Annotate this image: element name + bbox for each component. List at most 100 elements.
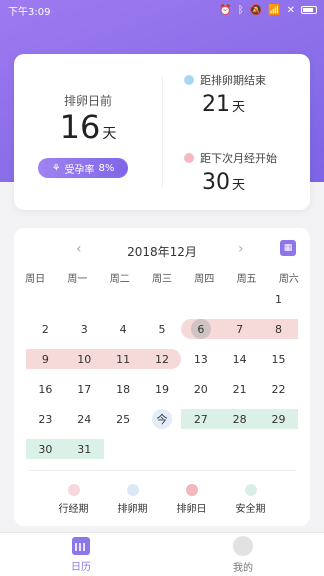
calendar-day[interactable]: 10 — [65, 344, 104, 374]
calendar-day[interactable]: 15 — [259, 344, 298, 374]
weekday-tue: 周二 — [109, 274, 130, 285]
next-period-label: 距下次月经开始 — [200, 152, 277, 165]
ovulation-countdown-label: 排卵日前 — [63, 94, 112, 108]
legend-label: 行经期 — [58, 504, 89, 515]
calendar-grid: 1 2 3 4 5 6 7 8 9 10 11 12 13 14 15 16 17 18 19 20 21 22 23 24 2… — [26, 284, 298, 464]
weekday-sun: 周日 — [25, 274, 46, 285]
conception-rate-badge: ⚘ 受孕率 8% — [38, 158, 128, 178]
sperm-icon: ⚘ — [51, 162, 61, 174]
calendar-day[interactable]: 22 — [259, 374, 298, 404]
next-month-icon[interactable]: › — [238, 241, 244, 257]
calendar-day-number: 20 — [193, 382, 208, 396]
calendar-day-number: 28 — [232, 412, 247, 426]
calendar-day-number: 3 — [80, 322, 88, 336]
mute-icon: 🔕 — [249, 4, 263, 16]
calendar-day[interactable]: 17 — [65, 374, 104, 404]
avatar-icon — [233, 535, 253, 556]
ovulation-countdown-value: 16 天 — [14, 108, 162, 146]
calendar-day-number: 13 — [193, 352, 208, 366]
calendar-day[interactable]: 25 — [104, 404, 143, 434]
calendar-day[interactable]: 5 — [143, 314, 182, 344]
ovulation-countdown-number: 16 — [59, 108, 101, 146]
calendar-day-number: 10 — [77, 352, 92, 366]
weekday-wed: 周三 — [151, 274, 172, 285]
weekday-sat: 周六 — [278, 274, 299, 285]
calendar-day-number: 4 — [119, 322, 127, 336]
calendar-day-number: 22 — [271, 382, 286, 396]
calendar-week-row: 2 3 4 5 6 7 8 — [26, 314, 298, 344]
calendar-day-number: 25 — [116, 412, 131, 426]
calendar-legend: 行经期 排卵期 排卵日 安全期 — [14, 484, 310, 515]
calendar-day[interactable]: 23 — [26, 404, 65, 434]
bluetooth-icon: ᛒ — [237, 4, 244, 16]
tab-me[interactable]: 我的 — [162, 533, 324, 576]
wifi-icon: 📶 — [268, 4, 281, 16]
calendar-day[interactable]: 11 — [104, 344, 143, 374]
weekday-header: 周日 周一 周二 周三 周四 周五 周六 — [14, 270, 310, 285]
calendar-day[interactable]: 4 — [104, 314, 143, 344]
calendar-day-number: 今 — [156, 413, 168, 426]
calendar-day-number: 23 — [38, 412, 53, 426]
ovulation-end-label: 距排卵期结束 — [200, 74, 266, 87]
calendar-day[interactable]: 3 — [65, 314, 104, 344]
calendar-day-number: 6 — [197, 322, 205, 336]
calendar-day[interactable]: 1 — [259, 284, 298, 314]
calendar-day[interactable]: 16 — [26, 374, 65, 404]
calendar-day[interactable]: 30 — [26, 434, 65, 464]
sim-icon: ✕ — [286, 4, 295, 16]
calendar-day[interactable]: 2 — [26, 314, 65, 344]
calendar-day[interactable]: 19 — [143, 374, 182, 404]
ovulation-countdown-unit: 天 — [102, 126, 117, 142]
status-bar: 下午3:09 ⏰ ᛒ 🔕 📶 ✕ — [0, 0, 324, 20]
legend-divider — [28, 470, 296, 471]
calendar-day[interactable]: 28 — [220, 404, 259, 434]
calendar-day-number: 12 — [154, 352, 169, 366]
status-icons: ⏰ ᛒ 🔕 📶 ✕ — [219, 5, 317, 16]
calendar-day[interactable]: 21 — [220, 374, 259, 404]
legend-item: 安全期 — [236, 484, 266, 515]
ovulation-countdown: 排卵日前 16 天 ⚘ 受孕率 8% — [14, 54, 162, 210]
weekday-thu: 周四 — [194, 274, 215, 285]
cycle-countdowns: 距排卵期结束 21 天 距下次月经开始 30 天 — [174, 54, 310, 210]
calendar-week-row: 9 10 11 12 13 14 15 — [26, 344, 298, 374]
calendar-day[interactable]: 14 — [220, 344, 259, 374]
summary-divider — [162, 76, 163, 188]
calendar-day-number: 11 — [116, 352, 131, 366]
calendar-day-number: 18 — [116, 382, 131, 396]
tab-calendar[interactable]: 日历 — [0, 533, 162, 576]
calendar-day-number: 30 — [38, 442, 53, 456]
calendar-month-title: 2018年12月 — [127, 245, 197, 259]
calendar-day-number: 16 — [38, 382, 53, 396]
calendar-day[interactable]: 20 — [181, 374, 220, 404]
calendar-day[interactable]: 今 — [143, 404, 182, 434]
legend-dot-icon — [244, 484, 257, 496]
calendar-day[interactable]: 12 — [143, 344, 182, 374]
calendar-day[interactable]: 18 — [104, 374, 143, 404]
calendar-day[interactable]: 8 — [259, 314, 298, 344]
calendar-day[interactable]: 27 — [181, 404, 220, 434]
calendar-week-row: 23 24 25 今 27 28 29 — [26, 404, 298, 434]
calendar-day[interactable]: 29 — [259, 404, 298, 434]
period-icon — [184, 153, 194, 163]
calendar-day[interactable]: 31 — [65, 434, 104, 464]
calendar-day[interactable]: 6 — [181, 314, 220, 344]
calendar-day-number: 17 — [77, 382, 92, 396]
calendar-header: ‹ 2018年12月 › ▦ — [14, 240, 310, 260]
ovulation-end-countdown: 距排卵期结束 21 天 — [184, 72, 266, 117]
calendar-day-number: 8 — [275, 322, 283, 336]
calendar-day-number: 5 — [158, 322, 166, 336]
tab-calendar-label: 日历 — [71, 561, 91, 573]
next-period-countdown: 距下次月经开始 30 天 — [184, 150, 277, 195]
calendar-day[interactable]: 13 — [181, 344, 220, 374]
weekday-mon: 周一 — [67, 274, 88, 285]
calendar-day[interactable]: 7 — [220, 314, 259, 344]
legend-label: 安全期 — [235, 504, 266, 515]
legend-dot-icon — [185, 484, 198, 496]
cycle-summary-card: 排卵日前 16 天 ⚘ 受孕率 8% 距排卵期结束 21 天 距下次月经开始 30 天 — [14, 54, 310, 210]
today-calendar-button[interactable]: ▦ — [280, 240, 296, 256]
legend-label: 排卵日 — [176, 504, 207, 515]
calendar-tab-icon — [72, 536, 90, 555]
calendar-day[interactable]: 24 — [65, 404, 104, 434]
calendar-day[interactable]: 9 — [26, 344, 65, 374]
bottom-tab-bar: 日历 我的 — [0, 532, 324, 576]
